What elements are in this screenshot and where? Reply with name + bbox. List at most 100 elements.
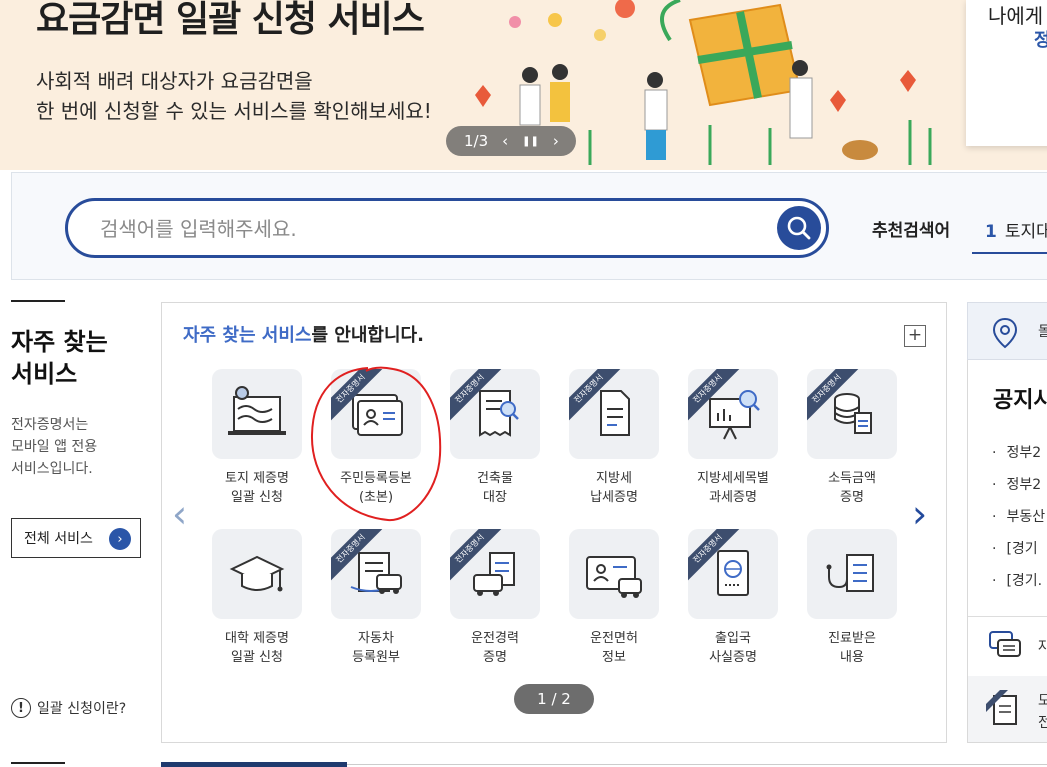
driver-license-icon	[586, 556, 642, 598]
tile-label: 지방세세목별 과세증명	[697, 471, 769, 505]
desc-line2: 모바일 앱 전용	[11, 439, 98, 455]
all-services-label: 전체 서비스	[24, 531, 93, 547]
recommended-keyword-item[interactable]: 1 토지대	[972, 202, 1047, 254]
tile-label: 토지 제증명 일괄 신청	[225, 471, 289, 505]
service-tile-local-tax-payment[interactable]: 전자증명서 지방세 납세증명	[559, 369, 669, 517]
service-tile-land-certificate[interactable]: 토지 제증명 일괄 신청	[202, 369, 312, 517]
recommended-keywords-label: 추천검색어	[872, 221, 951, 241]
chat-label[interactable]: 자	[1038, 636, 1047, 656]
tile-label: 운전경력 증명	[471, 631, 519, 665]
tile-icon-box: 전자증명서	[331, 369, 421, 459]
help-link-label: 일괄 신청이란?	[37, 701, 127, 717]
recommended-keyword-rank: 1	[985, 222, 997, 242]
tile-icon-box	[212, 529, 302, 619]
tile-icon-box	[569, 529, 659, 619]
hero-subtitle-line2: 한 번에 신청할 수 있는 서비스를 확인해보세요!	[36, 99, 432, 123]
tile-label: 운전면허 정보	[590, 631, 638, 665]
notice-item[interactable]: · 부동산	[992, 506, 1045, 526]
search-input[interactable]	[98, 213, 742, 245]
e-document-icon	[986, 690, 1017, 725]
bulk-apply-help-link[interactable]: ! 일괄 신청이란?	[11, 698, 126, 718]
services-prev-arrow[interactable]: ‹	[172, 495, 187, 533]
services-next-arrow[interactable]: ›	[912, 495, 927, 533]
service-tile-immigration[interactable]: 전자증명서 출입국 사실증명	[678, 529, 788, 677]
tile-icon-box: 전자증명서	[450, 529, 540, 619]
search-box	[65, 198, 829, 258]
divider	[968, 616, 1047, 617]
services-title-highlight: 자주 찾는 서비스	[183, 325, 312, 346]
services-title-rest: 를 안내합니다.	[311, 325, 424, 346]
more-services-button[interactable]: +	[904, 325, 926, 347]
heading-line1: 자주 찾는	[11, 328, 108, 356]
frequent-services-panel: 자주 찾는 서비스를 안내합니다. + ‹ › 토지 제증명 일괄 신청 전자증…	[161, 302, 947, 743]
search-button[interactable]	[777, 206, 821, 250]
hero-title: 요금감면 일괄 신청 서비스	[36, 0, 425, 40]
carousel-next-button[interactable]: ›	[553, 132, 559, 150]
tile-icon-box: 전자증명서	[331, 529, 421, 619]
services-pager[interactable]: 1 / 2	[514, 684, 594, 714]
hero-side-card-link: 정	[1034, 30, 1047, 51]
chevron-right-icon: ›	[109, 528, 131, 550]
notice-title: 공지사	[993, 388, 1047, 413]
hero-side-card-title: 나에게	[988, 4, 1044, 28]
graduation-cap-icon	[229, 555, 285, 592]
service-tile-university-certificate[interactable]: 대학 제증명 일괄 신청	[202, 529, 312, 677]
notice-item[interactable]: · 정부2	[992, 442, 1041, 462]
frequent-services-heading: 자주 찾는 서비스	[11, 326, 108, 390]
tile-label: 대학 제증명 일괄 신청	[225, 631, 289, 665]
frequent-services-description: 전자증명서는 모바일 앱 전용 서비스입니다.	[11, 414, 97, 480]
location-pin-icon	[992, 317, 1018, 349]
service-tile-vehicle-registration[interactable]: 전자증명서 자동차 등록원부	[321, 529, 431, 677]
hero-subtitle-line1: 사회적 배려 대상자가 요금감면을	[36, 69, 313, 93]
right-top-label: 돌	[1038, 324, 1047, 340]
notice-item[interactable]: · 정부2	[992, 474, 1041, 494]
tile-label: 주민등록등본 (초본)	[340, 471, 412, 505]
search-icon	[787, 216, 811, 240]
tile-label: 자동차 등록원부	[352, 631, 400, 665]
service-tile-medical-record[interactable]: 진료받은 내용	[797, 529, 907, 677]
service-tile-building-register[interactable]: 전자증명서 건축물 대장	[440, 369, 550, 517]
tile-label: 진료받은 내용	[828, 631, 876, 665]
tile-label: 지방세 납세증명	[590, 471, 638, 505]
desc-line3: 서비스입니다.	[11, 461, 93, 477]
notice-panel: 공지사 · 정부2 · 정부2 · 부동산 · [경기 · [경기. 자 모 전	[967, 360, 1047, 743]
land-map-icon	[228, 386, 286, 435]
service-tile-driving-record[interactable]: 전자증명서 운전경력 증명	[440, 529, 550, 677]
tile-icon-box	[807, 529, 897, 619]
tile-icon-box	[212, 369, 302, 459]
tile-icon-box: 전자증명서	[688, 529, 778, 619]
all-services-button[interactable]: 전체 서비스 ›	[11, 518, 141, 558]
services-title: 자주 찾는 서비스를 안내합니다.	[183, 321, 424, 347]
notice-item[interactable]: · [경기	[992, 538, 1038, 558]
hero-banner: 요금감면 일괄 신청 서비스 사회적 배려 대상자가 요금감면을 한 번에 신청…	[0, 0, 1047, 170]
right-bottom-banner[interactable]: 모 전	[968, 676, 1047, 742]
tile-icon-box: 전자증명서	[688, 369, 778, 459]
bottom-active-tab[interactable]	[161, 762, 347, 767]
tile-icon-box: 전자증명서	[807, 369, 897, 459]
tile-label: 소득금액 증명	[828, 471, 876, 505]
hero-side-card[interactable]: 나에게 정	[966, 0, 1047, 146]
carousel-prev-button[interactable]: ‹	[502, 132, 508, 150]
notice-item[interactable]: · [경기.	[992, 570, 1042, 590]
hero-carousel-controls: 1/3 ‹ ❚❚ ›	[446, 126, 576, 156]
exclamation-icon: !	[11, 698, 31, 718]
tile-label: 출입국 사실증명	[709, 631, 757, 665]
service-tile-income[interactable]: 전자증명서 소득금액 증명	[797, 369, 907, 517]
service-tile-local-tax-item[interactable]: 전자증명서 지방세세목별 과세증명	[678, 369, 788, 517]
section-divider	[11, 300, 65, 302]
service-tile-resident-registration[interactable]: 전자증명서 주민등록등본 (초본)	[321, 369, 431, 517]
stethoscope-chart-icon	[826, 554, 874, 592]
carousel-pause-button[interactable]: ❚❚	[522, 136, 539, 147]
section-divider	[11, 762, 65, 764]
right-top-tab[interactable]: 돌	[967, 302, 1047, 360]
hero-subtitle: 사회적 배려 대상자가 요금감면을 한 번에 신청할 수 있는 서비스를 확인해…	[36, 66, 432, 126]
carousel-counter: 1/3	[464, 132, 489, 150]
tile-label: 건축물 대장	[477, 471, 513, 505]
service-tile-driver-license[interactable]: 운전면허 정보	[559, 529, 669, 677]
bottom-banner-line1: 모	[1038, 693, 1047, 709]
chat-bubble-icon	[989, 631, 1021, 657]
tile-icon-box: 전자증명서	[450, 369, 540, 459]
heading-line2: 서비스	[11, 360, 78, 388]
recommended-keyword-text: 토지대	[1004, 222, 1047, 242]
bottom-divider	[347, 764, 1047, 765]
